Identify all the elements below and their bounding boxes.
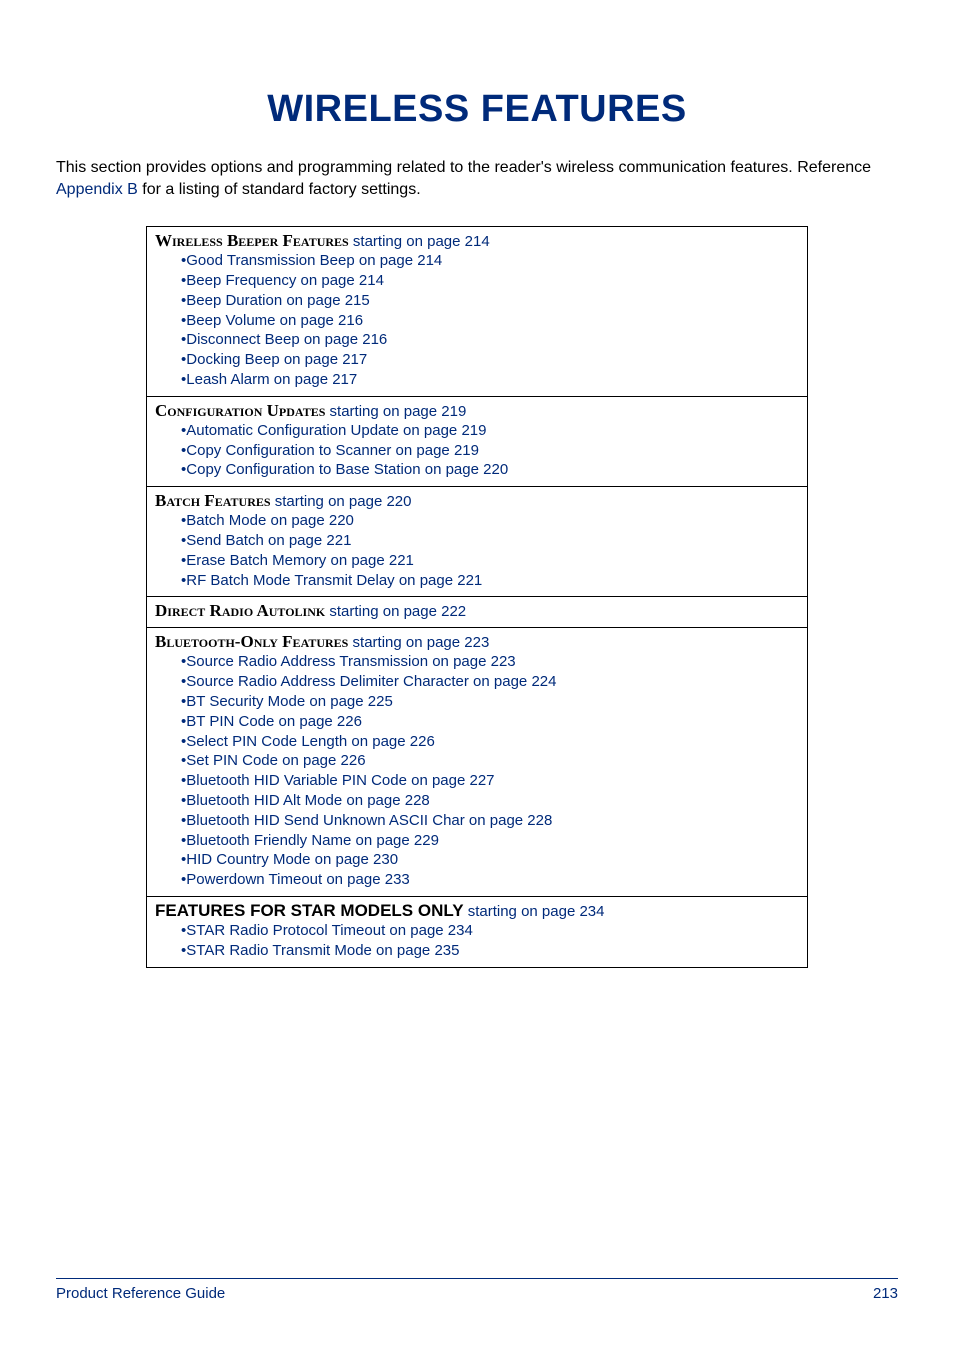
toc-heading-page: starting on page 223	[348, 634, 489, 651]
toc-item[interactable]: Bluetooth Friendly Name on page 229	[181, 831, 799, 851]
toc-item[interactable]: Disconnect Beep on page 216	[181, 330, 799, 350]
toc-section: Batch Features starting on page 220 Batc…	[147, 487, 807, 597]
toc-heading-name: Direct Radio Autolink	[155, 601, 325, 620]
toc-item[interactable]: BT PIN Code on page 226	[181, 712, 799, 732]
toc-item[interactable]: STAR Radio Transmit Mode on page 235	[181, 941, 799, 961]
toc-heading-page: starting on page 214	[349, 233, 490, 250]
toc-item[interactable]: Beep Duration on page 215	[181, 291, 799, 311]
toc-item[interactable]: STAR Radio Protocol Timeout on page 234	[181, 921, 799, 941]
toc-item[interactable]: Set PIN Code on page 226	[181, 751, 799, 771]
appendix-b-link[interactable]: Appendix B	[56, 181, 138, 198]
toc-item[interactable]: Beep Frequency on page 214	[181, 271, 799, 291]
toc-section: Direct Radio Autolink starting on page 2…	[147, 597, 807, 628]
footer-left: Product Reference Guide	[56, 1285, 225, 1302]
toc-item[interactable]: Powerdown Timeout on page 233	[181, 870, 799, 890]
toc-heading[interactable]: FEATURES FOR STAR MODELS ONLY starting o…	[155, 901, 799, 921]
toc-item[interactable]: Bluetooth HID Variable PIN Code on page …	[181, 771, 799, 791]
toc-heading[interactable]: Direct Radio Autolink starting on page 2…	[155, 601, 799, 621]
toc-item[interactable]: Source Radio Address Transmission on pag…	[181, 652, 799, 672]
toc-item[interactable]: RF Batch Mode Transmit Delay on page 221	[181, 571, 799, 591]
page-footer: Product Reference Guide 213	[56, 1278, 898, 1302]
intro-text-1: This section provides options and progra…	[56, 159, 871, 176]
footer-page-number: 213	[873, 1285, 898, 1302]
toc-item[interactable]: HID Country Mode on page 230	[181, 850, 799, 870]
toc-heading-name: FEATURES FOR STAR MODELS ONLY	[155, 901, 464, 920]
intro-text-2: for a listing of standard factory settin…	[138, 181, 421, 198]
toc-section: Bluetooth-Only Features starting on page…	[147, 628, 807, 897]
toc-item[interactable]: Batch Mode on page 220	[181, 511, 799, 531]
toc-heading-page: starting on page 219	[325, 403, 466, 420]
toc-heading[interactable]: Bluetooth-Only Features starting on page…	[155, 632, 799, 652]
intro-paragraph: This section provides options and progra…	[56, 157, 898, 200]
toc-box: Wireless Beeper Features starting on pag…	[146, 226, 808, 967]
toc-heading-page: starting on page 222	[325, 603, 466, 620]
toc-heading-page: starting on page 220	[271, 493, 412, 510]
toc-item[interactable]: Source Radio Address Delimiter Character…	[181, 672, 799, 692]
toc-item[interactable]: Select PIN Code Length on page 226	[181, 732, 799, 752]
toc-heading-page: starting on page 234	[464, 903, 605, 920]
toc-heading[interactable]: Batch Features starting on page 220	[155, 491, 799, 511]
toc-heading-name: Wireless Beeper Features	[155, 231, 349, 250]
page-title: WIRELESS FEATURES	[56, 88, 898, 131]
toc-item[interactable]: Good Transmission Beep on page 214	[181, 251, 799, 271]
toc-heading[interactable]: Configuration Updates starting on page 2…	[155, 401, 799, 421]
toc-item[interactable]: Automatic Configuration Update on page 2…	[181, 421, 799, 441]
toc-heading-name: Configuration Updates	[155, 401, 325, 420]
toc-item[interactable]: BT Security Mode on page 225	[181, 692, 799, 712]
toc-item[interactable]: Beep Volume on page 216	[181, 311, 799, 331]
toc-item[interactable]: Erase Batch Memory on page 221	[181, 551, 799, 571]
toc-item[interactable]: Bluetooth HID Alt Mode on page 228	[181, 791, 799, 811]
toc-heading[interactable]: Wireless Beeper Features starting on pag…	[155, 231, 799, 251]
toc-item[interactable]: Copy Configuration to Scanner on page 21…	[181, 441, 799, 461]
toc-item[interactable]: Send Batch on page 221	[181, 531, 799, 551]
toc-section: FEATURES FOR STAR MODELS ONLY starting o…	[147, 897, 807, 968]
toc-section: Wireless Beeper Features starting on pag…	[147, 227, 807, 397]
toc-heading-name: Batch Features	[155, 491, 271, 510]
toc-heading-name: Bluetooth-Only Features	[155, 632, 348, 651]
toc-item[interactable]: Copy Configuration to Base Station on pa…	[181, 460, 799, 480]
toc-item[interactable]: Bluetooth HID Send Unknown ASCII Char on…	[181, 811, 799, 831]
toc-item[interactable]: Docking Beep on page 217	[181, 350, 799, 370]
toc-item[interactable]: Leash Alarm on page 217	[181, 370, 799, 390]
toc-section: Configuration Updates starting on page 2…	[147, 397, 807, 487]
